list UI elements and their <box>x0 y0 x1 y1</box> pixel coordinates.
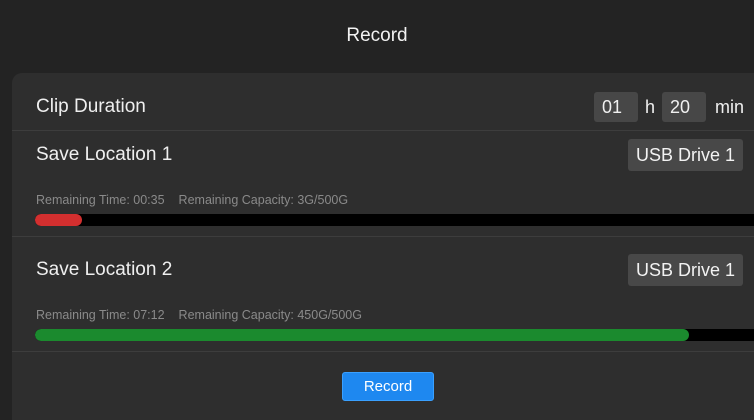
record-button[interactable]: Record <box>342 372 434 401</box>
save-location-1-capacity-fill <box>35 214 83 226</box>
record-dialog: Record Clip Duration 01 h 20 min Save Lo… <box>0 0 754 420</box>
save-location-1-remaining-capacity: Remaining Capacity: 3G/500G <box>178 193 349 207</box>
divider <box>12 236 754 237</box>
save-location-2-label: Save Location 2 <box>36 259 173 280</box>
clip-duration-row: Clip Duration 01 h 20 min <box>12 85 754 129</box>
save-location-1-row: Save Location 1 USB Drive 1 <box>12 133 754 177</box>
divider <box>12 351 754 352</box>
save-location-2-info: Remaining Time: 07:12 Remaining Capacity… <box>36 308 362 322</box>
save-location-1-drive-select[interactable]: USB Drive 1 <box>627 139 743 171</box>
hours-input[interactable]: 01 <box>593 92 638 122</box>
save-location-1-capacity-bar <box>35 214 754 226</box>
save-location-2-remaining-capacity: Remaining Capacity: 450G/500G <box>178 308 362 322</box>
save-location-1-remaining-time: Remaining Time: 00:35 <box>36 193 165 207</box>
minutes-unit-label: min <box>714 96 744 117</box>
minutes-input[interactable]: 20 <box>661 92 706 122</box>
divider <box>12 130 754 131</box>
clip-duration-controls: 01 h 20 min <box>593 92 744 122</box>
hours-unit-label: h <box>644 96 655 117</box>
save-location-1-info: Remaining Time: 00:35 Remaining Capacity… <box>36 193 348 207</box>
save-location-1-label: Save Location 1 <box>36 144 173 165</box>
save-location-2-drive-select[interactable]: USB Drive 1 <box>627 254 743 286</box>
save-location-2-row: Save Location 2 USB Drive 1 <box>12 248 754 292</box>
save-location-2-capacity-bar <box>35 329 754 341</box>
dialog-title: Record <box>346 25 408 46</box>
clip-duration-label: Clip Duration <box>36 96 146 117</box>
record-settings-panel: Clip Duration 01 h 20 min Save Location … <box>12 73 754 420</box>
save-location-2-remaining-time: Remaining Time: 07:12 <box>36 308 165 322</box>
save-location-2-capacity-fill <box>35 329 690 341</box>
